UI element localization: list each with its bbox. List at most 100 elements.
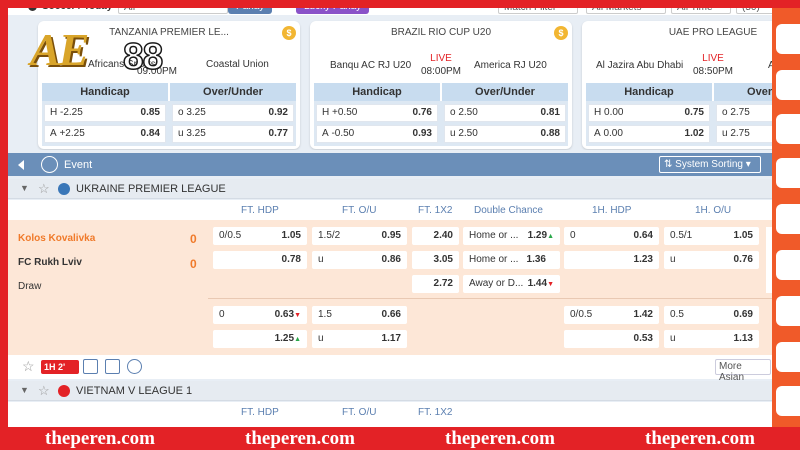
chat-icon[interactable]: [776, 114, 800, 144]
home-score: 0: [190, 232, 197, 246]
odds-button[interactable]: u 3.25 0.77: [172, 125, 294, 143]
favorite-star-icon[interactable]: ☆: [22, 358, 35, 375]
watermark-bar: theperen.com theperen.com theperen.com t…: [0, 427, 800, 450]
card-ou-header: Over/Under: [170, 83, 296, 101]
col-ft-1x2: FT. 1X2: [418, 407, 453, 418]
col-ft-hdp: FT. HDP: [241, 205, 279, 216]
cashout-coin-icon[interactable]: $: [554, 26, 568, 40]
favorite-star-icon[interactable]: ☆: [38, 383, 50, 399]
card-handicap-header: Handicap: [586, 83, 712, 101]
odds-button[interactable]: 2.72: [412, 275, 459, 293]
odds-button[interactable]: 0.53: [564, 330, 659, 348]
odds-button[interactable]: 1.5/2 0.95: [312, 227, 407, 245]
odds-button[interactable]: H -2.25 0.85: [44, 104, 166, 122]
odds-button[interactable]: o 2.50 0.81: [444, 104, 566, 122]
odds-button[interactable]: 0.5 0.69: [664, 306, 759, 324]
away-team-name: FC Rukh Lviv: [18, 257, 82, 268]
odds-button[interactable]: 1.25▲: [213, 330, 307, 348]
odds-button[interactable]: 1.5 0.66: [312, 306, 407, 324]
odds-button[interactable]: 0/0.5 1.05: [213, 227, 307, 245]
odds-button[interactable]: u 0.76: [664, 251, 759, 269]
odds-button[interactable]: A +2.25 0.84: [44, 125, 166, 143]
watermark-text: theperen.com: [45, 427, 155, 449]
odds-button[interactable]: 3.05: [412, 251, 459, 269]
card-handicap-header: Handicap: [314, 83, 440, 101]
odds-button[interactable]: 0.5/1 1.05: [664, 227, 759, 245]
sidebar-shortcut-button[interactable]: [776, 296, 800, 326]
watermark-text: theperen.com: [645, 427, 755, 449]
collapse-arrow-icon[interactable]: [18, 160, 24, 170]
col-1h-hdp: 1H. HDP: [592, 205, 632, 216]
sidebar-shortcut-button[interactable]: [776, 70, 800, 100]
featured-card-uae[interactable]: UAE PRO LEAGUE Al Jazira Abu Dhabi A LIV…: [582, 21, 772, 149]
favorite-star-icon[interactable]: ☆: [38, 181, 50, 197]
chevron-down-icon[interactable]: ▼: [20, 385, 29, 395]
card-time: 08:50PM: [692, 66, 734, 77]
watermark-text: theperen.com: [445, 427, 555, 449]
more-asian-button[interactable]: More Asian: [715, 359, 771, 383]
odds-button[interactable]: H +0.50 0.76: [316, 104, 438, 122]
card-league: UAE PRO LEAGUE: [668, 27, 758, 38]
card-league: BRAZIL RIO CUP U20: [390, 27, 492, 38]
right-quick-bar: [772, 8, 800, 427]
odds-button[interactable]: 2.40: [412, 227, 459, 245]
sidebar-shortcut-button[interactable]: [776, 342, 800, 372]
col-double-chance: Double Chance: [474, 205, 543, 216]
odds-up-icon: ▲: [294, 336, 301, 343]
odds-button[interactable]: H 0.00 0.75: [588, 104, 710, 122]
cashout-icon[interactable]: [127, 359, 142, 374]
col-ft-ou: FT. O/U: [342, 205, 377, 216]
draw-label: Draw: [18, 281, 42, 292]
league-flag-icon: [58, 385, 70, 397]
odds-down-icon: ▼: [294, 312, 301, 319]
odds-up-icon: ▲: [547, 233, 554, 240]
odds-button[interactable]: o 2.75: [716, 104, 772, 122]
odds-button[interactable]: o 3.25 0.92: [172, 104, 294, 122]
sidebar-shortcut-button[interactable]: [776, 158, 800, 188]
col-1h-ou: 1H. O/U: [695, 205, 732, 216]
match-row: Kolos Kovalivka 0 FC Rukh Lviv 0 Draw 0/…: [8, 220, 772, 355]
odds-button[interactable]: 0/0.5 1.42: [564, 306, 659, 324]
odds-button[interactable]: 0 0.63▼: [213, 306, 307, 324]
scoreboard-icon[interactable]: [83, 359, 98, 374]
league-name: VIETNAM V LEAGUE 1: [76, 385, 193, 397]
sort-icon: ⇅: [664, 159, 676, 170]
sidebar-shortcut-button[interactable]: [776, 204, 800, 234]
odds-button[interactable]: u 2.50 0.88: [444, 125, 566, 143]
odds-button[interactable]: A -0.50 0.93: [316, 125, 438, 143]
ae88-logo: AE 88: [30, 24, 164, 78]
odds-button[interactable]: u 2.75: [716, 125, 772, 143]
col-ft-ou: FT. O/U: [342, 407, 377, 418]
odds-button[interactable]: u 0.86: [312, 251, 407, 269]
card-ou-header: Over/Under: [714, 83, 772, 101]
sidebar-shortcut-button[interactable]: [776, 386, 800, 416]
chevron-down-icon[interactable]: ▼: [20, 183, 29, 193]
market-column-headers: FT. HDP FT. O/U FT. 1X2 Double Chance 1H…: [8, 200, 772, 220]
sidebar-shortcut-button[interactable]: [776, 24, 800, 54]
odds-button[interactable]: u 1.17: [312, 330, 407, 348]
card-ou-header: Over/Under: [442, 83, 568, 101]
odds-button[interactable]: A 0.00 1.02: [588, 125, 710, 143]
sidebar-shortcut-button[interactable]: [776, 250, 800, 280]
home-team-name: Kolos Kovalivka: [18, 233, 96, 244]
league-header-ukraine[interactable]: ▼ ☆ UKRAINE PREMIER LEAGUE: [8, 179, 772, 199]
odds-button[interactable]: Home or ... 1.29▲: [463, 227, 560, 245]
odds-button[interactable]: Home or ... 1.36: [463, 251, 560, 269]
odds-button[interactable]: u 1.13: [664, 330, 759, 348]
card-handicap-header: Handicap: [42, 83, 168, 101]
odds-button[interactable]: 0 0.64: [564, 227, 659, 245]
league-header-vietnam[interactable]: ▼ ☆ VIETNAM V LEAGUE 1: [8, 381, 772, 401]
card-time: 08:00PM: [420, 66, 462, 77]
odds-down-icon: ▼: [547, 281, 554, 288]
odds-button[interactable]: 1.23: [564, 251, 659, 269]
stats-chart-icon[interactable]: [105, 359, 120, 374]
event-header-bar: Event ⇅ System Sorting ▾: [8, 153, 772, 176]
frame-border: [0, 0, 8, 450]
odds-button[interactable]: 0.78: [213, 251, 307, 269]
event-label: Event: [64, 159, 93, 171]
cashout-coin-icon[interactable]: $: [282, 26, 296, 40]
system-sorting-select[interactable]: ⇅ System Sorting ▾: [659, 156, 761, 173]
featured-card-brazil[interactable]: BRAZIL RIO CUP U20 $ Banqu AC RJ U20 Ame…: [310, 21, 572, 149]
odds-button[interactable]: Away or D... 1.44▼: [463, 275, 560, 293]
match-footer-row: ☆ 1H 2' More Asian: [8, 355, 772, 383]
